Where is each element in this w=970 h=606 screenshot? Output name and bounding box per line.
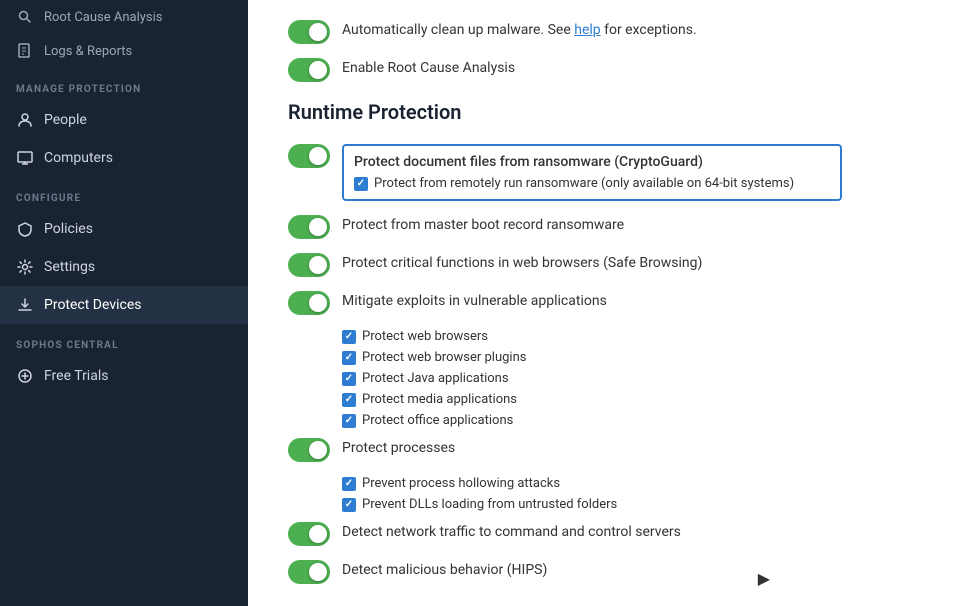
gear-icon bbox=[16, 258, 34, 276]
java-apps-label: Protect Java applications bbox=[362, 371, 509, 386]
shield-icon bbox=[16, 220, 34, 238]
toggle-hips-label: Detect malicious behavior (HIPS) bbox=[342, 560, 547, 581]
top-toggles: Automatically clean up malware. See help… bbox=[288, 20, 930, 82]
web-browsers-checkbox[interactable] bbox=[342, 330, 356, 344]
sub-media-apps: Protect media applications bbox=[342, 392, 930, 407]
monitor-icon bbox=[16, 149, 34, 167]
toggle-network-switch[interactable] bbox=[288, 522, 330, 546]
exploits-sub-checks: Protect web browsers Protect web browser… bbox=[342, 329, 930, 428]
toggle-network-traffic: Detect network traffic to command and co… bbox=[288, 522, 930, 546]
sub-dlls: Prevent DLLs loading from untrusted fold… bbox=[342, 497, 930, 512]
java-apps-checkbox[interactable] bbox=[342, 372, 356, 386]
sidebar-label-computers: Computers bbox=[44, 150, 113, 166]
toggle-auto-clean-label: Automatically clean up malware. See help… bbox=[342, 20, 697, 41]
sub-browser-plugins: Protect web browser plugins bbox=[342, 350, 930, 365]
cryptoguard-sub: Protect from remotely run ransomware (on… bbox=[354, 176, 830, 191]
toggle-auto-clean: Automatically clean up malware. See help… bbox=[288, 20, 930, 44]
sidebar-item-logs[interactable]: Logs & Reports bbox=[0, 34, 248, 68]
toggle-processes-switch[interactable] bbox=[288, 438, 330, 462]
sidebar-label-policies: Policies bbox=[44, 221, 93, 237]
office-apps-checkbox[interactable] bbox=[342, 414, 356, 428]
toggle-safe-browsing-label: Protect critical functions in web browse… bbox=[342, 253, 702, 274]
sidebar-label-people: People bbox=[44, 112, 87, 128]
sidebar: Root Cause Analysis Logs & Reports MANAG… bbox=[0, 0, 248, 606]
main-content: Automatically clean up malware. See help… bbox=[248, 0, 970, 606]
sub-web-browsers: Protect web browsers bbox=[342, 329, 930, 344]
web-browsers-label: Protect web browsers bbox=[362, 329, 488, 344]
section-label-sophos: SOPHOS CENTRAL bbox=[0, 324, 248, 357]
toggle-processes-label: Protect processes bbox=[342, 438, 455, 459]
toggle-root-cause: Enable Root Cause Analysis bbox=[288, 58, 930, 82]
download-icon bbox=[16, 296, 34, 314]
media-apps-label: Protect media applications bbox=[362, 392, 517, 407]
toggle-exploits-label: Mitigate exploits in vulnerable applicat… bbox=[342, 291, 607, 312]
hollowing-checkbox[interactable] bbox=[342, 477, 356, 491]
media-apps-checkbox[interactable] bbox=[342, 393, 356, 407]
file-icon bbox=[16, 42, 34, 60]
plus-circle-icon bbox=[16, 367, 34, 385]
search-icon bbox=[16, 8, 34, 26]
sidebar-label-free-trials: Free Trials bbox=[44, 368, 108, 384]
toggle-hips: Detect malicious behavior (HIPS) ▶ bbox=[288, 560, 930, 584]
processes-sub-checks: Prevent process hollowing attacks Preven… bbox=[342, 476, 930, 512]
browser-plugins-checkbox[interactable] bbox=[342, 351, 356, 365]
toggle-safe-browsing-switch[interactable] bbox=[288, 253, 330, 277]
person-icon bbox=[16, 111, 34, 129]
sidebar-item-free-trials[interactable]: Free Trials bbox=[0, 357, 248, 395]
sidebar-item-settings[interactable]: Settings bbox=[0, 248, 248, 286]
sidebar-item-computers[interactable]: Computers bbox=[0, 139, 248, 177]
sidebar-label-settings: Settings bbox=[44, 259, 95, 275]
sidebar-item-root-cause[interactable]: Root Cause Analysis bbox=[0, 0, 248, 34]
toggle-boot-switch[interactable] bbox=[288, 215, 330, 239]
sidebar-item-people[interactable]: People bbox=[0, 101, 248, 139]
sidebar-label-root-cause: Root Cause Analysis bbox=[44, 10, 162, 25]
toggle-hips-switch[interactable] bbox=[288, 560, 330, 584]
cursor-indicator: ▶ bbox=[758, 569, 770, 588]
toggle-root-cause-switch[interactable] bbox=[288, 58, 330, 82]
toggle-exploits: Mitigate exploits in vulnerable applicat… bbox=[288, 291, 930, 315]
runtime-title: Runtime Protection bbox=[288, 100, 930, 124]
dlls-label: Prevent DLLs loading from untrusted fold… bbox=[362, 497, 617, 512]
sidebar-label-logs: Logs & Reports bbox=[44, 44, 132, 59]
sub-hollowing: Prevent process hollowing attacks bbox=[342, 476, 930, 491]
toggle-safe-browsing: Protect critical functions in web browse… bbox=[288, 253, 930, 277]
toggle-cryptoguard: Protect document files from ransomware (… bbox=[288, 144, 930, 201]
cryptoguard-label: Protect document files from ransomware (… bbox=[354, 154, 830, 170]
toggle-auto-clean-switch[interactable] bbox=[288, 20, 330, 44]
office-apps-label: Protect office applications bbox=[362, 413, 513, 428]
section-label-configure: CONFIGURE bbox=[0, 177, 248, 210]
sidebar-item-policies[interactable]: Policies bbox=[0, 210, 248, 248]
remote-ransomware-label: Protect from remotely run ransomware (on… bbox=[374, 176, 794, 191]
sidebar-label-protect-devices: Protect Devices bbox=[44, 297, 142, 313]
toggle-network-label: Detect network traffic to command and co… bbox=[342, 522, 681, 543]
toggle-exploits-switch[interactable] bbox=[288, 291, 330, 315]
remote-ransomware-checkbox[interactable] bbox=[354, 177, 368, 191]
sidebar-item-protect-devices[interactable]: Protect Devices bbox=[0, 286, 248, 324]
toggle-cryptoguard-switch[interactable] bbox=[288, 144, 330, 168]
section-label-manage: MANAGE PROTECTION bbox=[0, 68, 248, 101]
toggle-root-cause-label: Enable Root Cause Analysis bbox=[342, 58, 515, 79]
browser-plugins-label: Protect web browser plugins bbox=[362, 350, 526, 365]
cryptoguard-box: Protect document files from ransomware (… bbox=[342, 144, 842, 201]
toggle-processes: Protect processes bbox=[288, 438, 930, 462]
help-link[interactable]: help bbox=[574, 22, 600, 38]
dlls-checkbox[interactable] bbox=[342, 498, 356, 512]
sub-java-apps: Protect Java applications bbox=[342, 371, 930, 386]
toggle-boot-label: Protect from master boot record ransomwa… bbox=[342, 215, 624, 236]
toggle-boot-ransomware: Protect from master boot record ransomwa… bbox=[288, 215, 930, 239]
sub-office-apps: Protect office applications bbox=[342, 413, 930, 428]
hollowing-label: Prevent process hollowing attacks bbox=[362, 476, 560, 491]
